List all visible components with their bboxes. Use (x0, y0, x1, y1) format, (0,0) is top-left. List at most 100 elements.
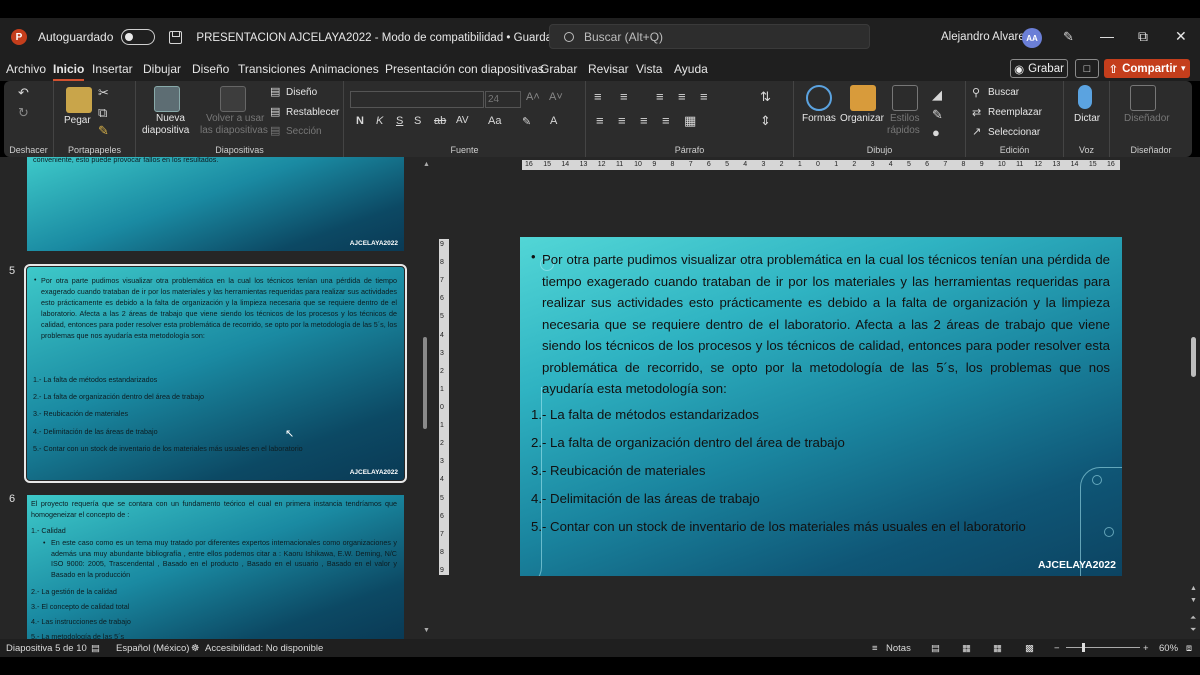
copy-icon[interactable]: ⧉ (98, 105, 107, 121)
format-painter-icon[interactable]: ✎ (98, 123, 109, 139)
align-center-icon[interactable]: ≡ (618, 113, 626, 128)
slide-thumbnail-5[interactable]: • Por otra parte pudimos visualizar otra… (24, 264, 407, 483)
zoom-out-icon[interactable]: − (1054, 643, 1060, 654)
reading-view-icon[interactable]: ▦ (993, 643, 1002, 654)
arrange-icon[interactable] (850, 85, 876, 111)
align-text-icon[interactable]: ⇕ (760, 113, 771, 129)
zoom-slider-thumb[interactable] (1082, 643, 1085, 652)
scroll-down-icon[interactable]: ▼ (423, 627, 430, 634)
designer-icon[interactable] (1130, 85, 1156, 111)
new-slide-label-2[interactable]: diapositiva (142, 125, 189, 136)
new-slide-icon[interactable] (154, 86, 180, 112)
reset-label[interactable]: Restablecer (286, 107, 339, 118)
fit-to-window-icon[interactable]: ⧈ (1186, 643, 1192, 654)
spacing-icon[interactable]: AV (456, 115, 469, 126)
new-slide-label-1[interactable]: Nueva (156, 113, 185, 124)
strikethrough-icon[interactable]: ab (434, 115, 446, 127)
font-name-input[interactable] (350, 91, 484, 108)
paste-icon[interactable] (66, 87, 92, 113)
change-case-icon[interactable]: Aa (488, 115, 501, 127)
redo-icon[interactable]: ↻ (18, 105, 29, 121)
slide-list-item-2[interactable]: 2.- La falta de organización dentro del … (531, 435, 845, 450)
autosave-toggle[interactable] (121, 29, 156, 45)
thumbnail-panel[interactable]: conveniente, esto puede provocar fallos … (0, 157, 432, 639)
increase-indent-icon[interactable]: ≡ (678, 89, 686, 104)
scroll-up-icon[interactable]: ▲ (1190, 585, 1197, 592)
reuse-slides-icon[interactable] (220, 86, 246, 112)
dictate-label[interactable]: Dictar (1074, 113, 1100, 124)
tab-presentacion[interactable]: Presentación con diapositivas (385, 62, 544, 76)
tab-archivo[interactable]: Archivo (6, 62, 46, 76)
font-size-input[interactable]: 24 (485, 91, 521, 108)
tab-animaciones[interactable]: Animaciones (310, 62, 379, 76)
shape-effects-icon[interactable]: ● (932, 125, 940, 140)
cut-icon[interactable]: ✂ (98, 85, 109, 101)
quick-styles-label-1[interactable]: Estilos (890, 113, 919, 124)
text-direction-icon[interactable]: ⇅ (760, 89, 771, 105)
tab-inicio[interactable]: Inicio (53, 62, 85, 81)
comments-button[interactable]: □ (1075, 59, 1099, 78)
proofing-icon[interactable]: ▤ (91, 643, 100, 654)
section-label[interactable]: Sección (286, 126, 322, 137)
minimize-button[interactable]: — (1100, 28, 1114, 44)
underline-icon[interactable]: S (396, 115, 403, 127)
align-right-icon[interactable]: ≡ (640, 113, 648, 128)
decrease-indent-icon[interactable]: ≡ (656, 89, 664, 104)
pen-icon[interactable]: ✎ (1063, 29, 1074, 45)
zoom-slider[interactable] (1066, 643, 1140, 652)
restore-button[interactable]: ⧉ (1138, 28, 1148, 45)
quick-styles-label-2[interactable]: rápidos (887, 125, 920, 136)
zoom-in-icon[interactable]: + (1143, 643, 1149, 654)
language-indicator[interactable]: Español (México) (116, 643, 189, 654)
grow-font-icon[interactable]: A˄ (526, 91, 540, 103)
slide-list-item-1[interactable]: 1.- La falta de métodos estandarizados (531, 407, 759, 422)
normal-view-icon[interactable]: ▤ (931, 643, 940, 654)
slide-list-item-5[interactable]: 5.- Contar con un stock de inventario de… (531, 519, 1026, 534)
slide-sorter-icon[interactable]: ▦ (962, 643, 971, 654)
quick-styles-icon[interactable] (892, 85, 918, 111)
slide-list-item-4[interactable]: 4.- Delimitación de las áreas de trabajo (531, 491, 760, 506)
columns-icon[interactable]: ▦ (684, 113, 696, 129)
share-button[interactable]: ⇧ Compartir ▾ (1104, 59, 1190, 78)
shape-fill-icon[interactable]: ◢ (932, 87, 942, 103)
previous-slide-icon[interactable]: ⏶ (1190, 613, 1196, 623)
align-left-icon[interactable]: ≡ (596, 113, 604, 128)
tab-revisar[interactable]: Revisar (588, 62, 629, 76)
tab-transiciones[interactable]: Transiciones (238, 62, 306, 76)
bullets-icon[interactable]: ≡ (594, 89, 602, 104)
select-button[interactable]: Seleccionar (988, 127, 1040, 138)
shrink-font-icon[interactable]: A˅ (549, 91, 563, 103)
scroll-down-icon[interactable]: ▼ (1190, 597, 1197, 604)
tab-insertar[interactable]: Insertar (92, 62, 133, 76)
avatar[interactable]: AA (1022, 28, 1042, 48)
highlight-icon[interactable]: ✎ (522, 115, 531, 128)
next-slide-icon[interactable]: ⏷ (1190, 625, 1196, 635)
slide-thumbnail-6[interactable]: El proyecto requería que se contara con … (27, 495, 404, 639)
close-button[interactable]: ✕ (1175, 28, 1187, 45)
tab-dibujar[interactable]: Dibujar (143, 62, 181, 76)
scroll-up-icon[interactable]: ▲ (423, 161, 430, 168)
reuse-label-2[interactable]: las diapositivas (200, 125, 268, 136)
italic-icon[interactable]: K (376, 115, 383, 127)
slide-paragraph[interactable]: Por otra parte pudimos visualizar otra p… (542, 249, 1110, 400)
shape-outline-icon[interactable]: ✎ (932, 107, 943, 123)
editor-scrollbar[interactable]: ▲ ▼ ⏶ ⏷ (1188, 157, 1200, 639)
thumbnail-scrollbar[interactable]: ▲ ▼ (420, 157, 430, 639)
layout-label[interactable]: Diseño (286, 87, 317, 98)
tab-vista[interactable]: Vista (636, 62, 662, 76)
find-button[interactable]: Buscar (988, 87, 1019, 98)
accessibility-status[interactable]: Accesibilidad: No disponible (205, 643, 323, 654)
notes-button[interactable]: Notas (886, 643, 911, 654)
tab-diseno[interactable]: Diseño (192, 62, 229, 76)
replace-button[interactable]: Reemplazar (988, 107, 1042, 118)
record-button[interactable]: ◉ Grabar (1010, 59, 1068, 78)
reuse-label-1[interactable]: Volver a usar (206, 113, 264, 124)
tab-grabar[interactable]: Grabar (540, 62, 577, 76)
numbering-icon[interactable]: ≡ (620, 89, 628, 104)
search-box[interactable]: Buscar (Alt+Q) (549, 24, 870, 49)
shapes-label[interactable]: Formas (802, 113, 836, 124)
designer-label[interactable]: Diseñador (1124, 113, 1170, 124)
tab-ayuda[interactable]: Ayuda (674, 62, 708, 76)
shapes-icon[interactable] (806, 85, 832, 111)
save-icon[interactable] (169, 30, 183, 44)
